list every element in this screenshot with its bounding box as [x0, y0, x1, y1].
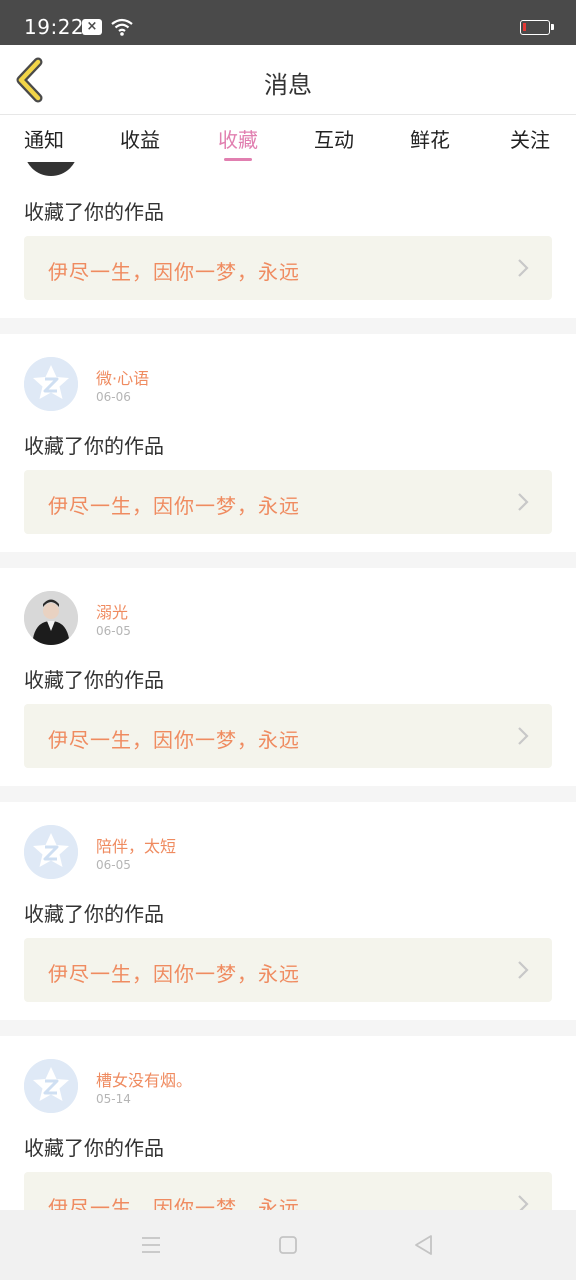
- tab-favorites-label: 收藏: [218, 128, 258, 152]
- username[interactable]: 陪伴，太短: [96, 833, 176, 857]
- tab-interaction[interactable]: 互动: [314, 124, 354, 153]
- active-tab-indicator: [224, 158, 252, 161]
- work-title: 伊尽一生，因你一梦，永远: [48, 494, 300, 518]
- work-link[interactable]: 伊尽一生，因你一梦，永远: [24, 704, 552, 768]
- tab-follow[interactable]: 关注: [510, 124, 550, 153]
- status-bar: 19:22 ×: [0, 0, 576, 45]
- system-nav-bar: [0, 1210, 576, 1280]
- photo-avatar: [24, 591, 78, 645]
- list-item: 溺光 06-05 收藏了你的作品 伊尽一生，因你一梦，永远: [0, 568, 576, 786]
- chevron-right-icon: [518, 727, 529, 745]
- divider: [0, 318, 576, 334]
- tab-favorites[interactable]: 收藏: [218, 124, 258, 161]
- header: 消息: [0, 45, 576, 115]
- work-link[interactable]: 伊尽一生，因你一梦，永远: [24, 1172, 552, 1210]
- sim-icon: ×: [82, 19, 102, 35]
- default-avatar-icon: [24, 1059, 78, 1113]
- work-title: 伊尽一生，因你一梦，永远: [48, 728, 300, 752]
- favorite-action-text: 收藏了你的作品: [24, 434, 164, 458]
- work-link[interactable]: 伊尽一生，因你一梦，永远: [24, 938, 552, 1002]
- favorite-action-text: 收藏了你的作品: [24, 1136, 164, 1160]
- back-triangle-icon[interactable]: [412, 1233, 436, 1257]
- avatar: [24, 162, 78, 176]
- menu-icon[interactable]: [139, 1233, 163, 1257]
- avatar[interactable]: [24, 591, 78, 645]
- tab-earnings[interactable]: 收益: [120, 124, 160, 153]
- default-avatar-icon: [24, 357, 78, 411]
- username[interactable]: 溺光: [96, 599, 128, 623]
- chevron-right-icon: [518, 259, 529, 277]
- work-link[interactable]: 伊尽一生，因你一梦，永远: [24, 470, 552, 534]
- list-item: 陪伴，太短 06-05 收藏了你的作品 伊尽一生，因你一梦，永远: [0, 802, 576, 1020]
- work-title: 伊尽一生，因你一梦，永远: [48, 260, 300, 284]
- list-item: 槽女没有烟。 05-14 收藏了你的作品 伊尽一生，因你一梦，永远: [0, 1036, 576, 1210]
- list-item: 微·心语 06-06 收藏了你的作品 伊尽一生，因你一梦，永远: [0, 334, 576, 552]
- avatar[interactable]: [24, 1059, 78, 1113]
- wifi-icon: [111, 18, 133, 36]
- divider: [0, 786, 576, 802]
- chevron-right-icon: [518, 1195, 529, 1210]
- chevron-right-icon: [518, 493, 529, 511]
- work-title: 伊尽一生，因你一梦，永远: [48, 1196, 300, 1210]
- favorite-action-text: 收藏了你的作品: [24, 902, 164, 926]
- page-title: 消息: [264, 71, 312, 99]
- date: 06-06: [96, 390, 131, 404]
- username[interactable]: 槽女没有烟。: [96, 1067, 192, 1091]
- favorites-feed[interactable]: 收藏了你的作品 伊尽一生，因你一梦，永远 微·心语 06-06 收藏了你的作品 …: [0, 162, 576, 1210]
- chevron-right-icon: [518, 961, 529, 979]
- work-link[interactable]: 伊尽一生，因你一梦，永远: [24, 236, 552, 300]
- date: 05-14: [96, 1092, 131, 1106]
- avatar[interactable]: [24, 357, 78, 411]
- tab-notice[interactable]: 通知: [24, 124, 64, 153]
- status-time: 19:22: [24, 15, 85, 39]
- battery-icon: [520, 20, 554, 35]
- date: 06-05: [96, 858, 131, 872]
- work-title: 伊尽一生，因你一梦，永远: [48, 962, 300, 986]
- username[interactable]: 微·心语: [96, 365, 149, 389]
- divider: [0, 552, 576, 568]
- divider: [0, 1020, 576, 1036]
- list-item: 收藏了你的作品 伊尽一生，因你一梦，永远: [0, 162, 576, 318]
- tab-flowers[interactable]: 鲜花: [410, 124, 450, 153]
- date: 06-05: [96, 624, 131, 638]
- favorite-action-text: 收藏了你的作品: [24, 668, 164, 692]
- tab-bar: 通知 收益 收藏 互动 鲜花 关注: [0, 116, 576, 162]
- avatar[interactable]: [24, 825, 78, 879]
- home-icon[interactable]: [276, 1233, 300, 1257]
- favorite-action-text: 收藏了你的作品: [24, 200, 164, 224]
- default-avatar-icon: [24, 825, 78, 879]
